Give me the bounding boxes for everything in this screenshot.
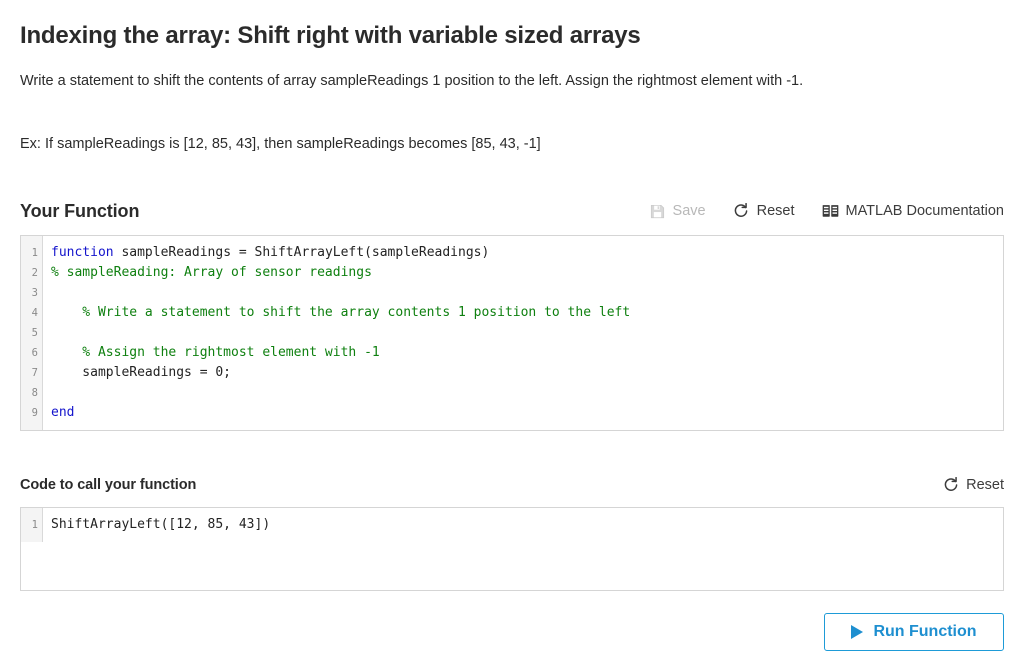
call-function-header: Code to call your function Reset	[20, 477, 1004, 494]
floppy-disk-icon	[649, 203, 666, 220]
line-number: 9	[31, 406, 38, 419]
code-line	[51, 283, 1003, 303]
code-text: sampleReadings = 0;	[51, 364, 232, 380]
reset-call-label: Reset	[966, 477, 1004, 494]
code-line	[51, 323, 1003, 343]
function-editor-code[interactable]: function sampleReadings = ShiftArrayLeft…	[43, 236, 1003, 430]
code-comment: % sampleReading: Array of sensor reading…	[51, 264, 372, 280]
exercise-description: Write a statement to shift the contents …	[20, 72, 804, 89]
code-text: sampleReadings = ShiftArrayLeft(sampleRe…	[113, 244, 490, 260]
editor-toolbar: Save Reset MATLAB Documentation	[649, 203, 1004, 220]
code-comment: % Assign the rightmost element with -1	[51, 344, 380, 360]
code-line: function sampleReadings = ShiftArrayLeft…	[51, 243, 1003, 263]
refresh-circular-arrow-icon	[942, 477, 959, 494]
line-number: 7	[31, 366, 38, 379]
line-number: 2	[31, 266, 38, 279]
run-function-label: Run Function	[873, 622, 977, 640]
line-number: 8	[31, 386, 38, 399]
code-keyword: end	[51, 404, 75, 420]
refresh-circular-arrow-icon	[733, 203, 750, 220]
book-icon	[822, 203, 839, 220]
call-editor-toolbar: Reset	[942, 477, 1004, 494]
reset-function-button[interactable]: Reset	[733, 203, 795, 220]
matlab-documentation-link[interactable]: MATLAB Documentation	[822, 203, 1005, 220]
save-label: Save	[672, 203, 706, 220]
page-title: Indexing the array: Shift right with var…	[20, 22, 641, 49]
code-line: % Assign the rightmost element with -1	[51, 343, 1003, 363]
code-line: ShiftArrayLeft([12, 85, 43])	[51, 515, 1003, 535]
call-function-heading: Code to call your function	[20, 477, 197, 494]
code-line: end	[51, 403, 1003, 423]
code-line: % sampleReading: Array of sensor reading…	[51, 263, 1003, 283]
reset-call-button[interactable]: Reset	[942, 477, 1004, 494]
matlab-documentation-label: MATLAB Documentation	[845, 203, 1005, 220]
line-number: 4	[31, 306, 38, 319]
your-function-header: Your Function Save Reset MATLAB Document…	[20, 201, 1004, 222]
call-editor-gutter: 1	[21, 507, 43, 542]
reset-function-label: Reset	[756, 203, 795, 220]
line-number: 1	[31, 518, 38, 531]
code-line: sampleReadings = 0;	[51, 363, 1003, 383]
code-comment: % Write a statement to shift the array c…	[51, 304, 631, 320]
code-line	[51, 383, 1003, 403]
line-number: 1	[31, 246, 38, 259]
save-button[interactable]: Save	[649, 203, 706, 220]
your-function-heading: Your Function	[20, 200, 140, 221]
call-editor-code[interactable]: ShiftArrayLeft([12, 85, 43])	[43, 508, 1003, 542]
play-triangle-icon	[851, 624, 864, 639]
line-number: 3	[31, 286, 38, 299]
function-code-editor[interactable]: 1 2 3 4 5 6 7 8 9 function sampleReadings = Shif…	[20, 234, 1004, 431]
code-keyword: function	[51, 244, 114, 260]
matlab-exercise-page: Indexing the array: Shift right with var…	[0, 0, 1024, 670]
exercise-example: Ex: If sampleReadings is [12, 85, 43], t…	[20, 135, 541, 152]
code-text: ShiftArrayLeft([12, 85, 43])	[51, 516, 271, 532]
call-code-editor[interactable]: 1 ShiftArrayLeft([12, 85, 43])	[20, 506, 1004, 591]
run-button-row: Run Function	[20, 612, 1004, 651]
line-number: 5	[31, 326, 38, 339]
run-function-button[interactable]: Run Function	[824, 612, 1004, 651]
line-number: 6	[31, 346, 38, 359]
code-line: % Write a statement to shift the array c…	[51, 303, 1003, 323]
function-editor-gutter: 1 2 3 4 5 6 7 8 9	[21, 235, 43, 430]
